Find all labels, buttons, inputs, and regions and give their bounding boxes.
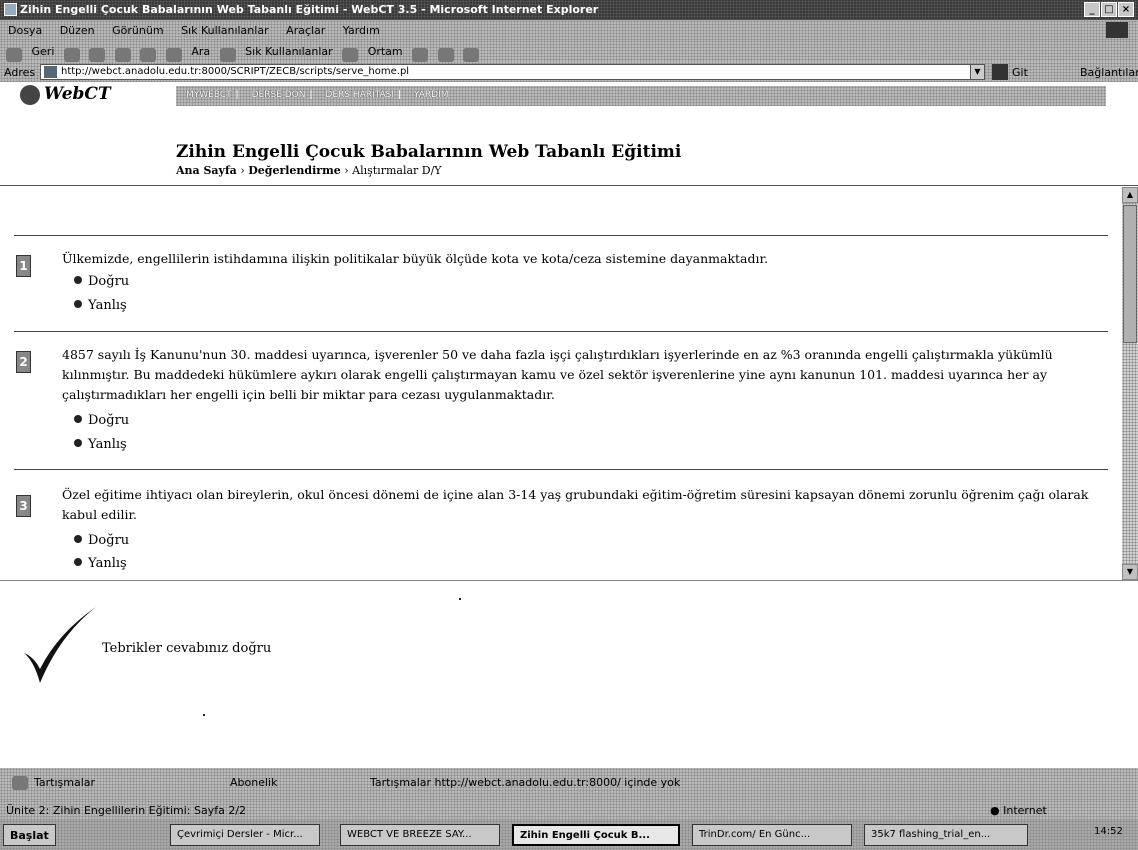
subscribe-button[interactable]: Abonelik (230, 776, 277, 789)
links-button[interactable]: Bağlantılar (1080, 66, 1138, 79)
status-bar: Ünite 2: Zihin Engellilerin Eğitimi: Say… (0, 800, 1138, 820)
forward-icon[interactable] (63, 47, 80, 62)
option-true[interactable]: Doğru (74, 533, 129, 548)
breadcrumb: Ana Sayfa › Değerlendirme › Alıştırmalar… (176, 164, 442, 177)
webct-header: WebCT MYWEBCT | DERSE DÖN | DERS HARİTASI |… (0, 82, 1138, 186)
mail-icon[interactable] (437, 47, 454, 62)
title-bar: Zihin Engelli Çocuk Babalarının Web Taba… (0, 0, 1138, 20)
stray-dot (459, 598, 461, 600)
webct-logo: WebCT (20, 84, 111, 105)
webct-logo-icon (20, 84, 40, 105)
close-button[interactable]: × (1118, 2, 1134, 17)
clock: 14:52 (1094, 826, 1123, 837)
search-button[interactable]: Ara (191, 45, 210, 58)
menu-help[interactable]: Yardım (343, 24, 380, 37)
globe-icon: ● (990, 804, 1000, 817)
discussion-bar: Tartışmalar Abonelik Tartışmalar http://… (0, 768, 1138, 800)
radio-icon[interactable] (74, 558, 82, 566)
taskbar: Başlat Çevrimiçi Dersler - Micr... WEBCT… (0, 820, 1138, 850)
radio-icon[interactable] (74, 535, 82, 543)
feedback-message: Tebrikler cevabınız doğru (102, 641, 272, 656)
go-button[interactable]: Git (1012, 66, 1028, 79)
home-icon[interactable] (140, 47, 157, 62)
nav-mywebct[interactable]: MYWEBCT (186, 90, 232, 100)
scroll-down-icon[interactable]: ▼ (1122, 564, 1138, 580)
radio-icon[interactable] (74, 415, 82, 423)
question-text: 4857 sayılı İş Kanunu'nun 30. maddesi uy… (62, 347, 1053, 402)
breadcrumb-assessment[interactable]: Değerlendirme (248, 164, 341, 177)
window-title: Zihin Engelli Çocuk Babalarının Web Taba… (20, 3, 599, 16)
ie-icon (4, 3, 17, 16)
menu-file[interactable]: Dosya (8, 24, 42, 37)
question-number: 2 (16, 351, 31, 373)
back-icon[interactable] (6, 47, 22, 62)
nav-help[interactable]: YARDIM (414, 90, 449, 100)
questions-frame: 1 Ülkemizde, engellilerin istihdamına il… (0, 187, 1122, 580)
feedback-frame: Tebrikler cevabınız doğru (0, 580, 1138, 768)
print-icon[interactable] (463, 47, 480, 62)
task-item[interactable]: WEBCT VE BREEZE SAY... (340, 824, 500, 846)
radio-icon[interactable] (74, 439, 82, 447)
course-title: Zihin Engelli Çocuk Babalarının Web Taba… (176, 142, 682, 162)
maximize-button[interactable]: □ (1101, 2, 1117, 17)
task-item[interactable]: TrinDr.com/ En Günc... (692, 824, 852, 846)
favorites-button[interactable]: Sık Kullanılanlar (245, 45, 333, 58)
zone-label: ● Internet (990, 804, 1047, 817)
nav-course-map[interactable]: DERS HARİTASI (325, 90, 394, 100)
nav-back-to-course[interactable]: DERSE DÖN (252, 90, 306, 100)
option-false[interactable]: Yanlış (74, 298, 127, 313)
favorites-icon[interactable] (219, 47, 236, 62)
refresh-icon[interactable] (114, 47, 131, 62)
vertical-scrollbar[interactable]: ▲ ▼ (1122, 187, 1138, 580)
history-icon[interactable] (412, 47, 429, 62)
windows-logo-icon (1106, 22, 1128, 38)
question-text: Ülkemizde, engellilerin istihdamına iliş… (62, 251, 769, 266)
radio-icon[interactable] (74, 300, 82, 308)
address-label: Adres (4, 66, 36, 79)
radio-icon[interactable] (74, 276, 82, 284)
option-false[interactable]: Yanlış (74, 437, 127, 452)
breadcrumb-current: Alıştırmalar D/Y (352, 164, 442, 177)
breadcrumb-home[interactable]: Ana Sayfa (176, 164, 237, 177)
option-true[interactable]: Doğru (74, 274, 129, 289)
page-icon (44, 66, 57, 78)
menu-bar: Dosya Düzen Görünüm Sık Kullanılanlar Ar… (0, 20, 1138, 40)
menu-favorites[interactable]: Sık Kullanılanlar (181, 24, 269, 37)
scroll-up-icon[interactable]: ▲ (1122, 187, 1138, 203)
toolbar: Geri Ara Sık Kullanılanlar Ortam (0, 40, 1138, 62)
option-true[interactable]: Doğru (74, 413, 129, 428)
discussion-status: Tartışmalar http://webct.anadolu.edu.tr:… (370, 776, 681, 789)
question-number: 1 (16, 255, 31, 277)
checkmark-icon (24, 607, 96, 683)
question-number: 3 (16, 495, 31, 517)
address-input[interactable]: http://webct.anadolu.edu.tr:8000/SCRIPT/… (40, 64, 985, 80)
media-button[interactable]: Ortam (368, 45, 403, 58)
minimize-button[interactable]: _ (1084, 2, 1100, 17)
option-false[interactable]: Yanlış (74, 556, 127, 571)
task-item-active[interactable]: Zihin Engelli Çocuk B... (512, 824, 680, 846)
go-icon[interactable] (992, 64, 1008, 80)
stop-icon[interactable] (89, 47, 106, 62)
status-text: Ünite 2: Zihin Engellilerin Eğitimi: Say… (6, 804, 247, 817)
scroll-thumb[interactable] (1123, 205, 1137, 343)
address-bar: Adres http://webct.anadolu.edu.tr:8000/S… (0, 62, 1138, 82)
menu-tools[interactable]: Araçlar (286, 24, 325, 37)
discussions-icon[interactable] (12, 776, 28, 790)
back-button[interactable]: Geri (32, 45, 55, 58)
start-button[interactable]: Başlat (3, 824, 56, 846)
menu-edit[interactable]: Düzen (60, 24, 95, 37)
stray-dot (203, 714, 205, 716)
task-item[interactable]: 35k7 flashing_trial_en... (864, 824, 1028, 846)
menu-view[interactable]: Görünüm (112, 24, 163, 37)
webct-nav: MYWEBCT | DERSE DÖN | DERS HARİTASI | YARDI… (176, 86, 1106, 106)
discussions-button[interactable]: Tartışmalar (34, 776, 95, 789)
address-url: http://webct.anadolu.edu.tr:8000/SCRIPT/… (61, 66, 410, 77)
search-icon[interactable] (165, 47, 182, 62)
media-icon[interactable] (342, 47, 359, 62)
chevron-down-icon[interactable]: ▼ (970, 65, 984, 79)
task-item[interactable]: Çevrimiçi Dersler - Micr... (170, 824, 320, 846)
question-text: Özel eğitime ihtiyacı olan bireylerin, o… (62, 487, 1089, 522)
